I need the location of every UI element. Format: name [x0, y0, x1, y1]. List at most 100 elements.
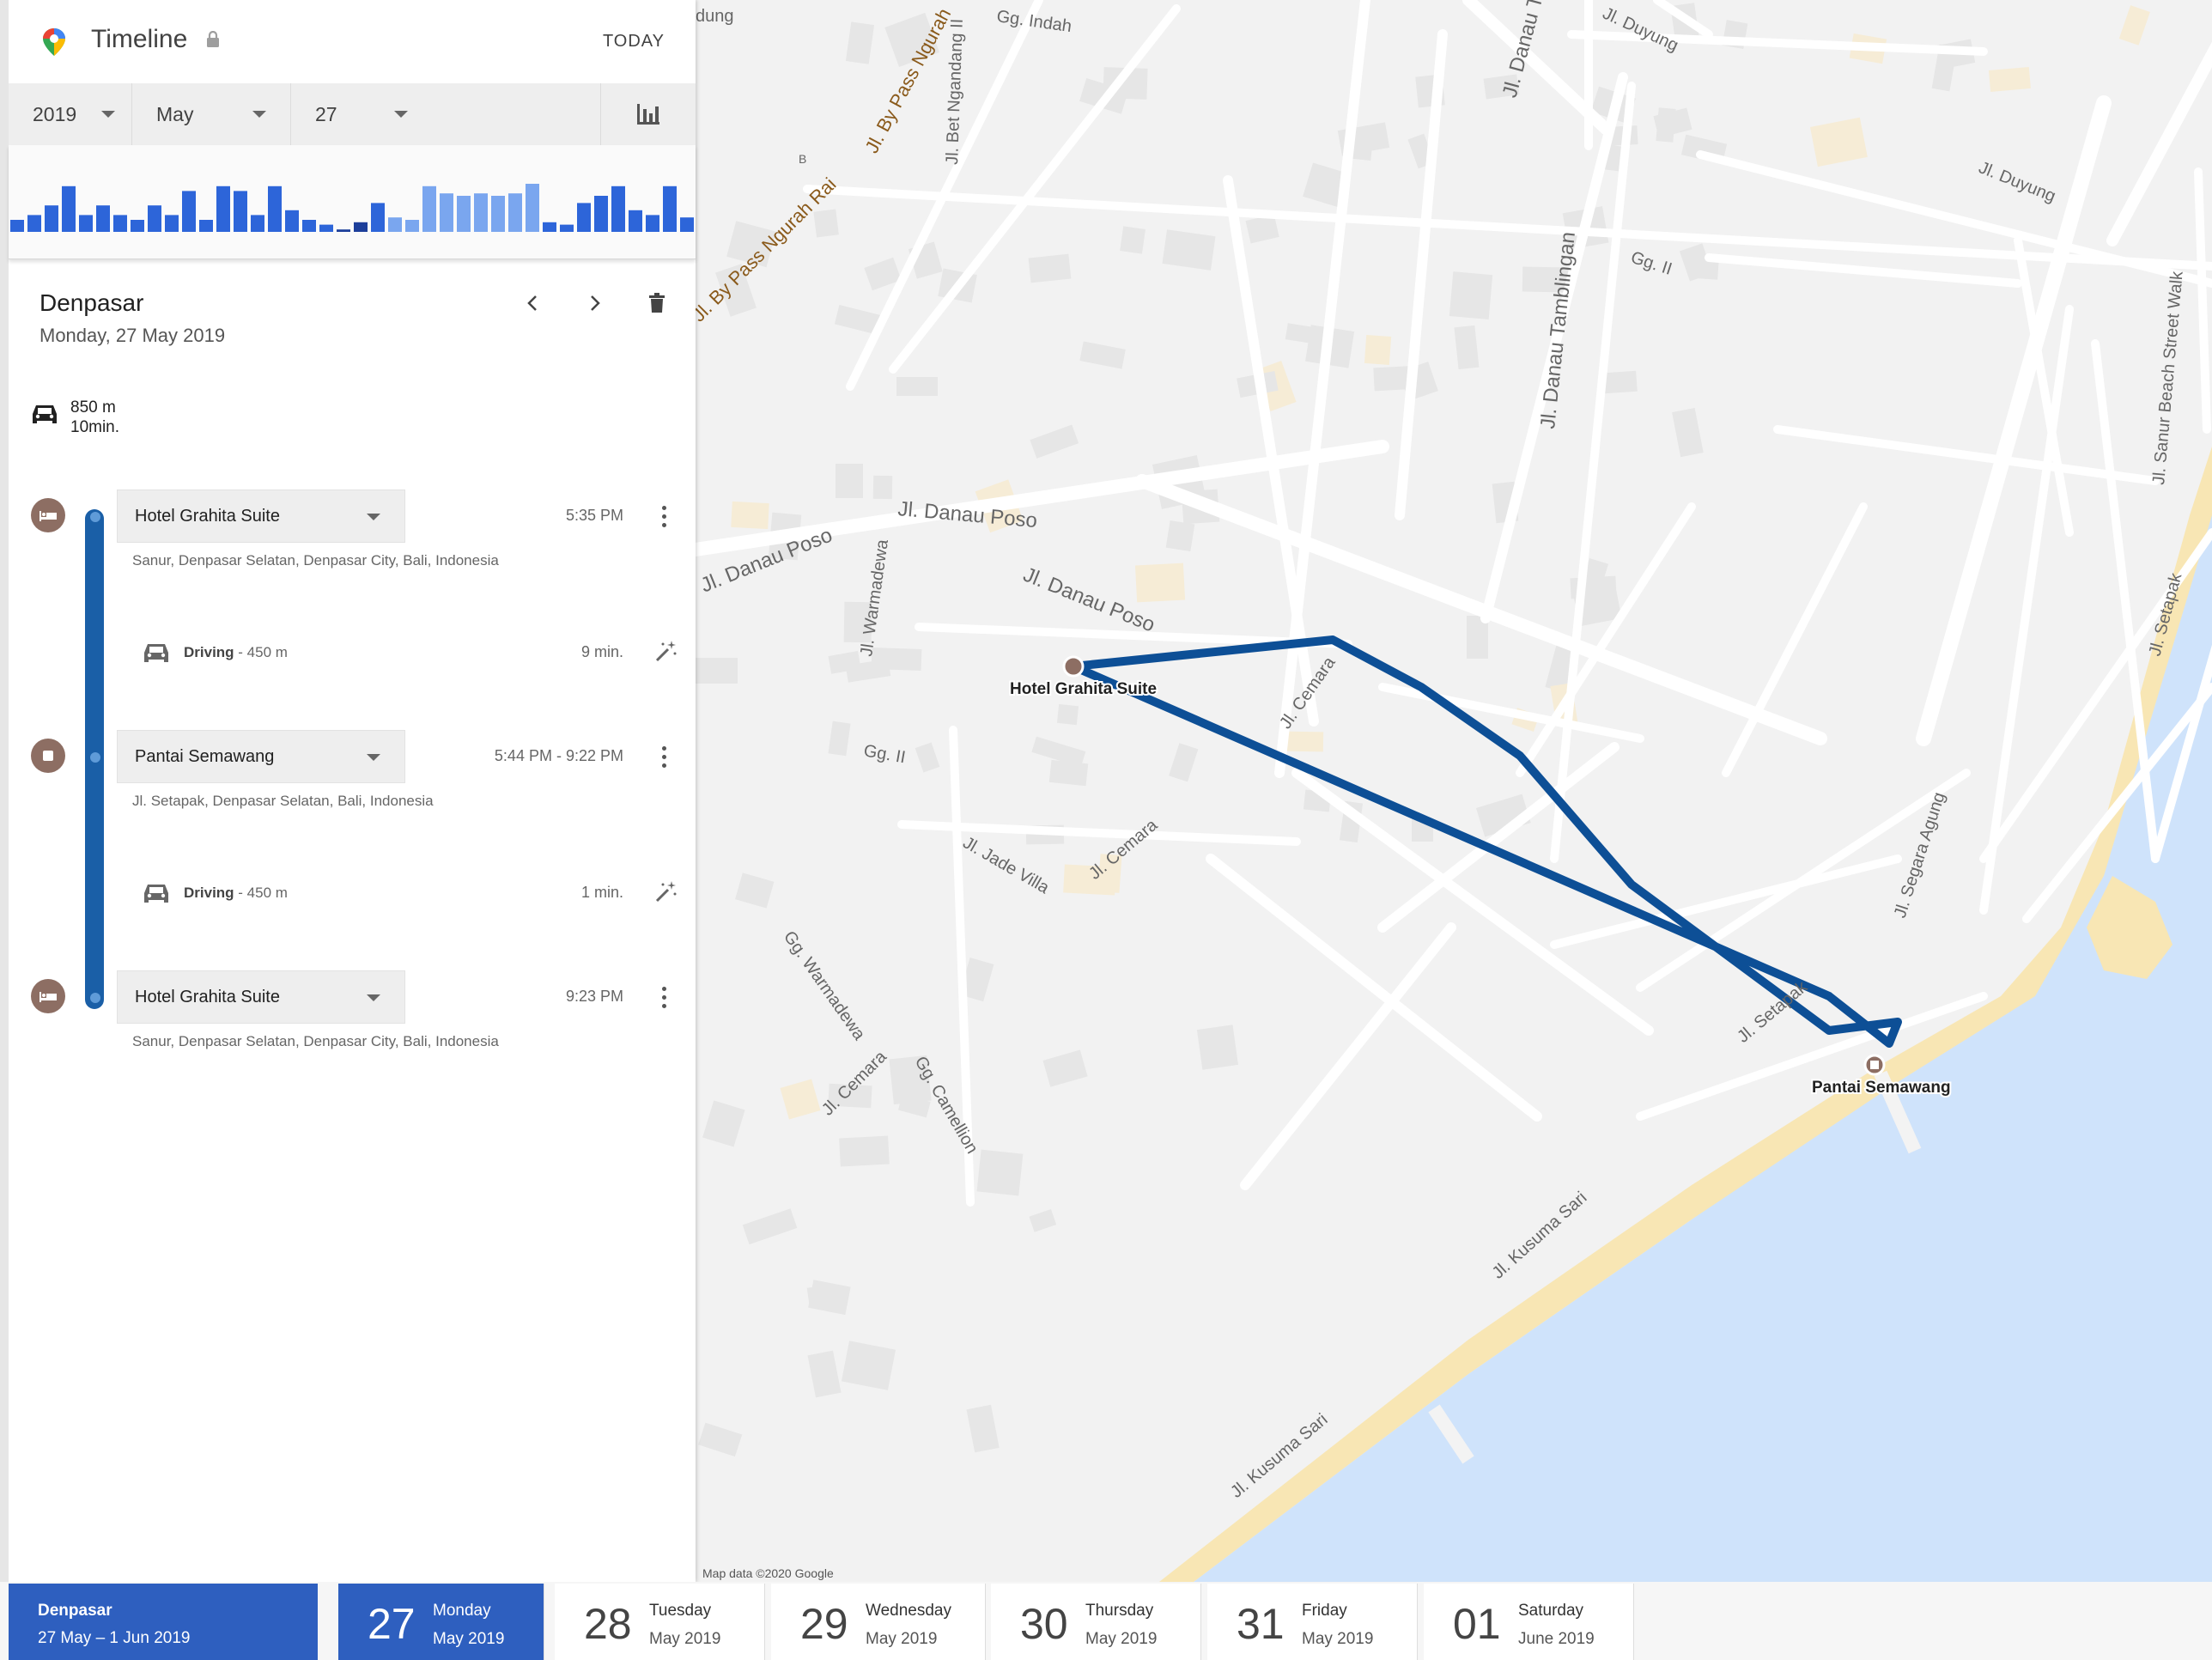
- edit-magic-wand-icon[interactable]: [654, 639, 678, 663]
- building: [1656, 107, 1676, 143]
- place-dropdown[interactable]: Hotel Grahita Suite: [117, 489, 405, 543]
- place-address: Sanur, Denpasar Selatan, Denpasar City, …: [132, 1033, 499, 1049]
- histogram-bar[interactable]: [440, 193, 453, 232]
- histogram-bar[interactable]: [96, 205, 110, 232]
- day-tab-01[interactable]: 01 Saturday June 2019: [1424, 1584, 1634, 1660]
- day-weekday: Tuesday: [649, 1602, 712, 1620]
- histogram-bar[interactable]: [646, 215, 659, 232]
- more-options-button[interactable]: [655, 503, 672, 529]
- histogram-bar[interactable]: [79, 215, 93, 232]
- histogram-bar[interactable]: [543, 222, 556, 232]
- building: [839, 1135, 890, 1167]
- histogram-bar[interactable]: [388, 217, 402, 232]
- histogram-bar[interactable]: [611, 185, 625, 232]
- map-view[interactable]: Jl. By Pass Ngurah Rai Jl. By Pass Ngura…: [696, 0, 2212, 1582]
- histogram-bar[interactable]: [199, 220, 213, 232]
- histogram-bar[interactable]: [27, 215, 41, 232]
- histogram-bar[interactable]: [526, 184, 539, 232]
- histogram-bar[interactable]: [182, 191, 196, 232]
- month-value: May: [156, 102, 194, 125]
- building: [2118, 5, 2150, 46]
- day-number: 31: [1237, 1600, 1285, 1648]
- hotel-marker[interactable]: [1062, 655, 1085, 678]
- histogram-bar[interactable]: [319, 224, 333, 232]
- building: [1196, 1025, 1238, 1070]
- edit-magic-wand-icon[interactable]: [654, 879, 678, 903]
- stats-button[interactable]: [600, 83, 696, 145]
- histogram-bar[interactable]: [560, 224, 574, 232]
- day-select[interactable]: 27: [291, 83, 463, 145]
- histogram-bar[interactable]: [371, 203, 385, 232]
- histogram-bar[interactable]: [594, 196, 608, 232]
- building: [1364, 334, 1392, 365]
- next-day-button[interactable]: [580, 288, 611, 319]
- histogram-bar[interactable]: [405, 220, 419, 232]
- histogram-bar[interactable]: [680, 217, 694, 232]
- more-options-button[interactable]: [655, 984, 672, 1010]
- timeline-panel: Timeline TODAY 2019 May 27 Denpasar Mond…: [0, 0, 696, 1582]
- place-name: Hotel Grahita Suite: [135, 506, 280, 526]
- histogram-bar[interactable]: [216, 185, 230, 232]
- histogram-bar[interactable]: [165, 215, 179, 232]
- trip-summary[interactable]: Denpasar 27 May – 1 Jun 2019: [9, 1584, 318, 1660]
- day-tab-29[interactable]: 29 Wednesday May 2019: [771, 1584, 986, 1660]
- month-select[interactable]: May: [132, 83, 291, 145]
- route-path[interactable]: [1069, 635, 1902, 1048]
- building: [1079, 341, 1126, 369]
- place-dropdown[interactable]: Pantai Semawang: [117, 730, 405, 783]
- chevron-right-icon: [591, 295, 600, 311]
- histogram-bar[interactable]: [337, 229, 350, 232]
- chevron-left-icon: [527, 295, 537, 311]
- day-number: 28: [584, 1600, 632, 1648]
- place-address: Jl. Setapak, Denpasar Selatan, Bali, Ind…: [132, 793, 434, 809]
- histogram-bar[interactable]: [354, 222, 368, 232]
- building: [813, 209, 839, 238]
- street-label: Jl. By Pass Ngurah Rai: [696, 173, 840, 326]
- histogram-bar[interactable]: [10, 220, 24, 232]
- map-credit: Map data ©2020 Google: [702, 1566, 834, 1580]
- more-options-button[interactable]: [655, 744, 672, 769]
- day-tab-27[interactable]: 27 Monday May 2019: [338, 1584, 544, 1660]
- histogram-bar[interactable]: [148, 205, 161, 232]
- histogram-bar[interactable]: [474, 193, 488, 232]
- summary-duration: 10min.: [70, 418, 120, 436]
- histogram-bar[interactable]: [251, 215, 264, 232]
- year-select[interactable]: 2019: [9, 83, 132, 145]
- histogram-bar[interactable]: [577, 203, 591, 232]
- building: [1042, 1049, 1088, 1087]
- day-tab-28[interactable]: 28 Tuesday May 2019: [555, 1584, 765, 1660]
- day-tab-30[interactable]: 30 Thursday May 2019: [991, 1584, 1201, 1660]
- google-maps-logo-icon: [43, 28, 65, 56]
- histogram-bar[interactable]: [302, 220, 316, 232]
- day-weekday: Thursday: [1085, 1602, 1154, 1620]
- histogram-bar[interactable]: [491, 196, 505, 232]
- histogram-bar[interactable]: [508, 193, 522, 232]
- day-tab-31[interactable]: 31 Friday May 2019: [1207, 1584, 1418, 1660]
- day-number: 27: [368, 1600, 416, 1648]
- day-month: June 2019: [1518, 1630, 1595, 1648]
- building: [1169, 743, 1199, 782]
- delete-day-button[interactable]: [641, 288, 672, 319]
- building: [976, 1149, 1024, 1196]
- building: [702, 1100, 745, 1147]
- histogram-bar[interactable]: [663, 185, 677, 232]
- histogram-bar[interactable]: [268, 185, 282, 232]
- today-button[interactable]: TODAY: [603, 32, 665, 52]
- histogram-bar[interactable]: [45, 205, 58, 232]
- header: Timeline TODAY: [9, 0, 696, 83]
- histogram-bar[interactable]: [285, 210, 299, 232]
- street-label: Jl. Duyung: [1976, 158, 2058, 206]
- previous-day-button[interactable]: [517, 288, 548, 319]
- place-dropdown[interactable]: Hotel Grahita Suite: [117, 970, 405, 1024]
- activity-histogram[interactable]: [9, 145, 696, 259]
- histogram-bar[interactable]: [131, 220, 144, 232]
- histogram-bar[interactable]: [457, 196, 471, 232]
- map-canvas[interactable]: Jl. By Pass Ngurah Rai Jl. By Pass Ngura…: [696, 0, 2212, 1582]
- histogram-bar[interactable]: [62, 185, 76, 232]
- histogram-bar[interactable]: [629, 210, 642, 232]
- histogram-bar[interactable]: [113, 215, 127, 232]
- day-summary: 850 m 10min.: [70, 398, 119, 437]
- histogram-bar[interactable]: [422, 185, 436, 232]
- building: [806, 1285, 830, 1305]
- histogram-bar[interactable]: [234, 191, 247, 232]
